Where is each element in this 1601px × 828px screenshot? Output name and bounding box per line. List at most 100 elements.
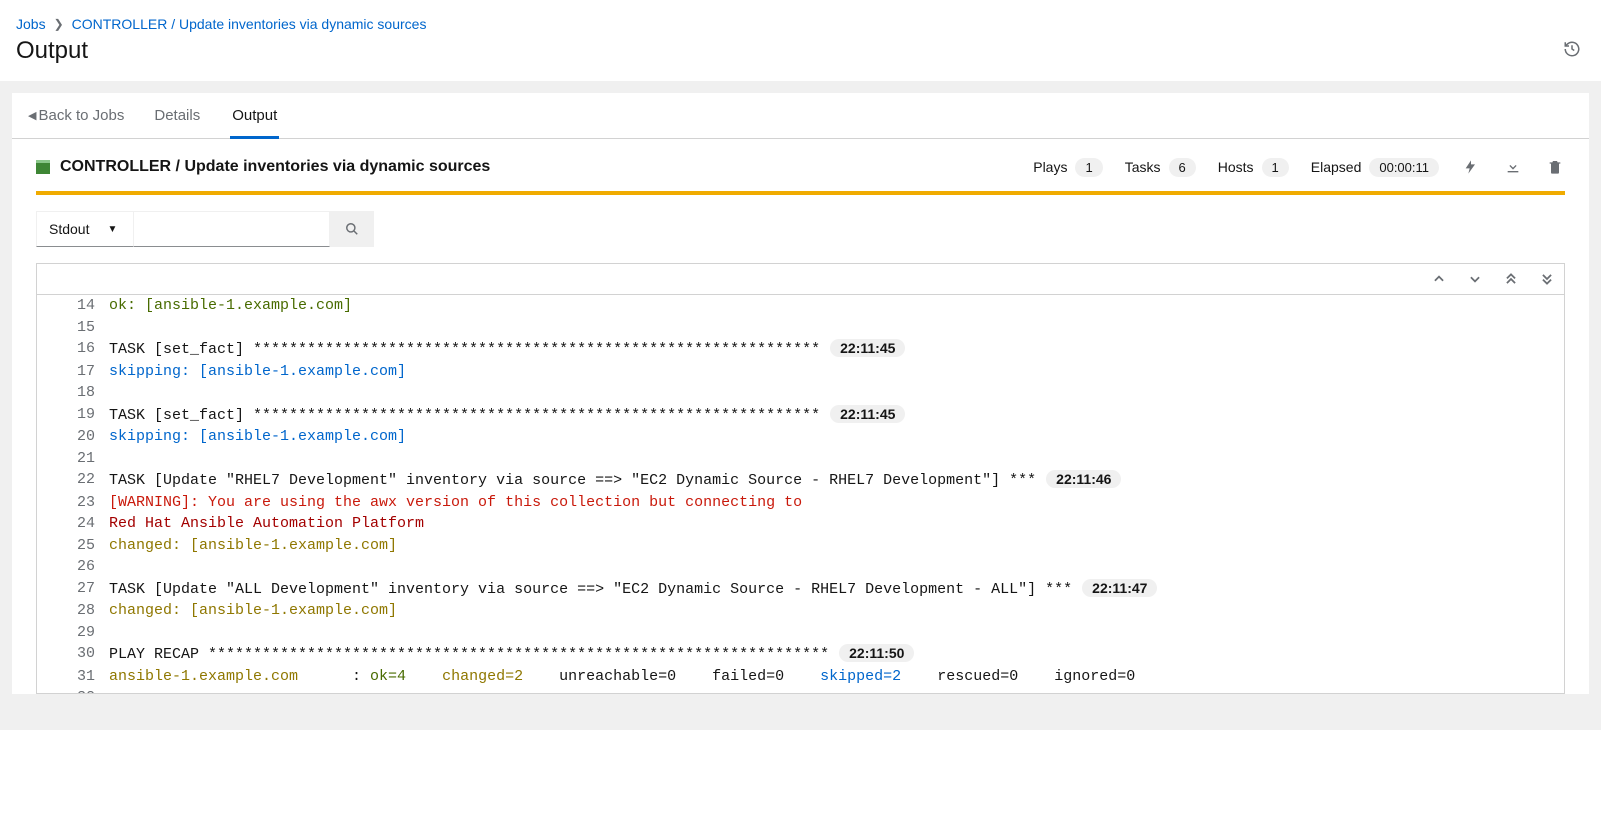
output-line: 30PLAY RECAP ***************************… (37, 643, 1564, 666)
output-line: 19TASK [set_fact] **********************… (37, 404, 1564, 427)
output-panel: ◀ Back to Jobs Details Output CONTROLLER… (12, 93, 1589, 694)
output-line: 21 (37, 448, 1564, 470)
page-title-row: Output (16, 36, 1585, 65)
output-line: 28changed: [ansible-1.example.com] (37, 600, 1564, 622)
output-box: 14ok: [ansible-1.example.com]1516TASK [s… (36, 263, 1565, 694)
line-text: TASK [Update "RHEL7 Development" invento… (109, 469, 1564, 492)
delete-icon[interactable] (1545, 157, 1565, 177)
output-scroll[interactable]: 14ok: [ansible-1.example.com]1516TASK [s… (37, 295, 1564, 693)
timestamp-badge: 22:11:45 (830, 405, 905, 423)
line-text: PLAY RECAP *****************************… (109, 643, 1564, 666)
line-number: 14 (37, 295, 109, 317)
line-number: 19 (37, 404, 109, 427)
stat-plays: Plays 1 (1033, 158, 1102, 177)
line-text: skipping: [ansible-1.example.com] (109, 361, 1564, 383)
line-text (109, 622, 1564, 644)
line-text: ok: [ansible-1.example.com] (109, 295, 1564, 317)
filter-search-input[interactable] (134, 211, 330, 247)
line-number: 32 (37, 687, 109, 693)
output-line: 17skipping: [ansible-1.example.com] (37, 361, 1564, 383)
line-text: TASK [set_fact] ************************… (109, 404, 1564, 427)
timestamp-badge: 22:11:47 (1082, 579, 1157, 597)
hosts-count: 1 (1262, 158, 1289, 177)
status-success-icon (36, 160, 50, 174)
line-number: 18 (37, 382, 109, 404)
output-toolbar (37, 264, 1564, 295)
plays-label: Plays (1033, 159, 1067, 175)
caret-down-icon: ▼ (107, 224, 117, 235)
search-button[interactable] (330, 211, 374, 247)
scroll-down-icon[interactable] (1466, 270, 1484, 288)
page-header-region: Jobs ❯ CONTROLLER / Update inventories v… (0, 0, 1601, 65)
hosts-label: Hosts (1218, 159, 1254, 175)
line-number: 15 (37, 317, 109, 339)
output-line: 20skipping: [ansible-1.example.com] (37, 426, 1564, 448)
line-text: changed: [ansible-1.example.com] (109, 600, 1564, 622)
line-number: 28 (37, 600, 109, 622)
plays-count: 1 (1075, 158, 1102, 177)
tab-details[interactable]: Details (152, 93, 202, 138)
line-text: changed: [ansible-1.example.com] (109, 535, 1564, 557)
line-text (109, 448, 1564, 470)
tabs: ◀ Back to Jobs Details Output (12, 93, 1589, 139)
line-number: 21 (37, 448, 109, 470)
output-line: 22TASK [Update "RHEL7 Development" inven… (37, 469, 1564, 492)
back-to-jobs[interactable]: ◀ Back to Jobs (28, 93, 124, 138)
line-text: TASK [Update "ALL Development" inventory… (109, 578, 1564, 601)
stat-hosts: Hosts 1 (1218, 158, 1289, 177)
history-icon[interactable] (1559, 36, 1585, 65)
elapsed-label: Elapsed (1311, 159, 1362, 175)
caret-left-icon: ◀ (28, 109, 36, 122)
timestamp-badge: 22:11:50 (839, 644, 914, 662)
timestamp-badge: 22:11:45 (830, 339, 905, 357)
chevron-right-icon: ❯ (54, 17, 64, 31)
line-text: Red Hat Ansible Automation Platform (109, 513, 1564, 535)
relaunch-icon[interactable] (1461, 157, 1481, 177)
page-title: Output (16, 37, 88, 65)
output-line: 25changed: [ansible-1.example.com] (37, 535, 1564, 557)
output-line: 29 (37, 622, 1564, 644)
output-line: 31ansible-1.example.com : ok=4 changed=2… (37, 666, 1564, 688)
scroll-bottom-icon[interactable] (1538, 270, 1556, 288)
line-number: 16 (37, 338, 109, 361)
elapsed-value: 00:00:11 (1369, 158, 1439, 177)
back-to-jobs-label: Back to Jobs (38, 107, 124, 124)
output-line: 18 (37, 382, 1564, 404)
tasks-count: 6 (1169, 158, 1196, 177)
job-header: CONTROLLER / Update inventories via dyna… (12, 139, 1589, 191)
line-text (109, 317, 1564, 339)
download-icon[interactable] (1503, 157, 1523, 177)
breadcrumb-current[interactable]: CONTROLLER / Update inventories via dyna… (72, 16, 427, 32)
breadcrumb-jobs[interactable]: Jobs (16, 16, 46, 32)
line-text: ansible-1.example.com : ok=4 changed=2 u… (109, 666, 1564, 688)
output-line: 24Red Hat Ansible Automation Platform (37, 513, 1564, 535)
output-line: 16TASK [set_fact] **********************… (37, 338, 1564, 361)
filter-row: Stdout ▼ (12, 195, 1589, 263)
line-number: 30 (37, 643, 109, 666)
line-number: 23 (37, 492, 109, 514)
output-line: 14ok: [ansible-1.example.com] (37, 295, 1564, 317)
line-text: skipping: [ansible-1.example.com] (109, 426, 1564, 448)
filter-mode-select[interactable]: Stdout ▼ (36, 211, 134, 247)
stat-elapsed: Elapsed 00:00:11 (1311, 158, 1439, 177)
line-number: 26 (37, 556, 109, 578)
job-title: CONTROLLER / Update inventories via dyna… (60, 158, 1033, 176)
line-text: [WARNING]: You are using the awx version… (109, 492, 1564, 514)
line-number: 17 (37, 361, 109, 383)
line-text (109, 382, 1564, 404)
scroll-top-icon[interactable] (1502, 270, 1520, 288)
line-number: 24 (37, 513, 109, 535)
line-number: 31 (37, 666, 109, 688)
line-number: 29 (37, 622, 109, 644)
output-line: 23[WARNING]: You are using the awx versi… (37, 492, 1564, 514)
content-area: ◀ Back to Jobs Details Output CONTROLLER… (0, 81, 1601, 730)
output-line: 26 (37, 556, 1564, 578)
tab-output[interactable]: Output (230, 93, 279, 138)
line-number: 20 (37, 426, 109, 448)
breadcrumb: Jobs ❯ CONTROLLER / Update inventories v… (16, 16, 1585, 32)
scroll-up-icon[interactable] (1430, 270, 1448, 288)
output-line: 32 (37, 687, 1564, 693)
output-line: 15 (37, 317, 1564, 339)
tasks-label: Tasks (1125, 159, 1161, 175)
stat-tasks: Tasks 6 (1125, 158, 1196, 177)
